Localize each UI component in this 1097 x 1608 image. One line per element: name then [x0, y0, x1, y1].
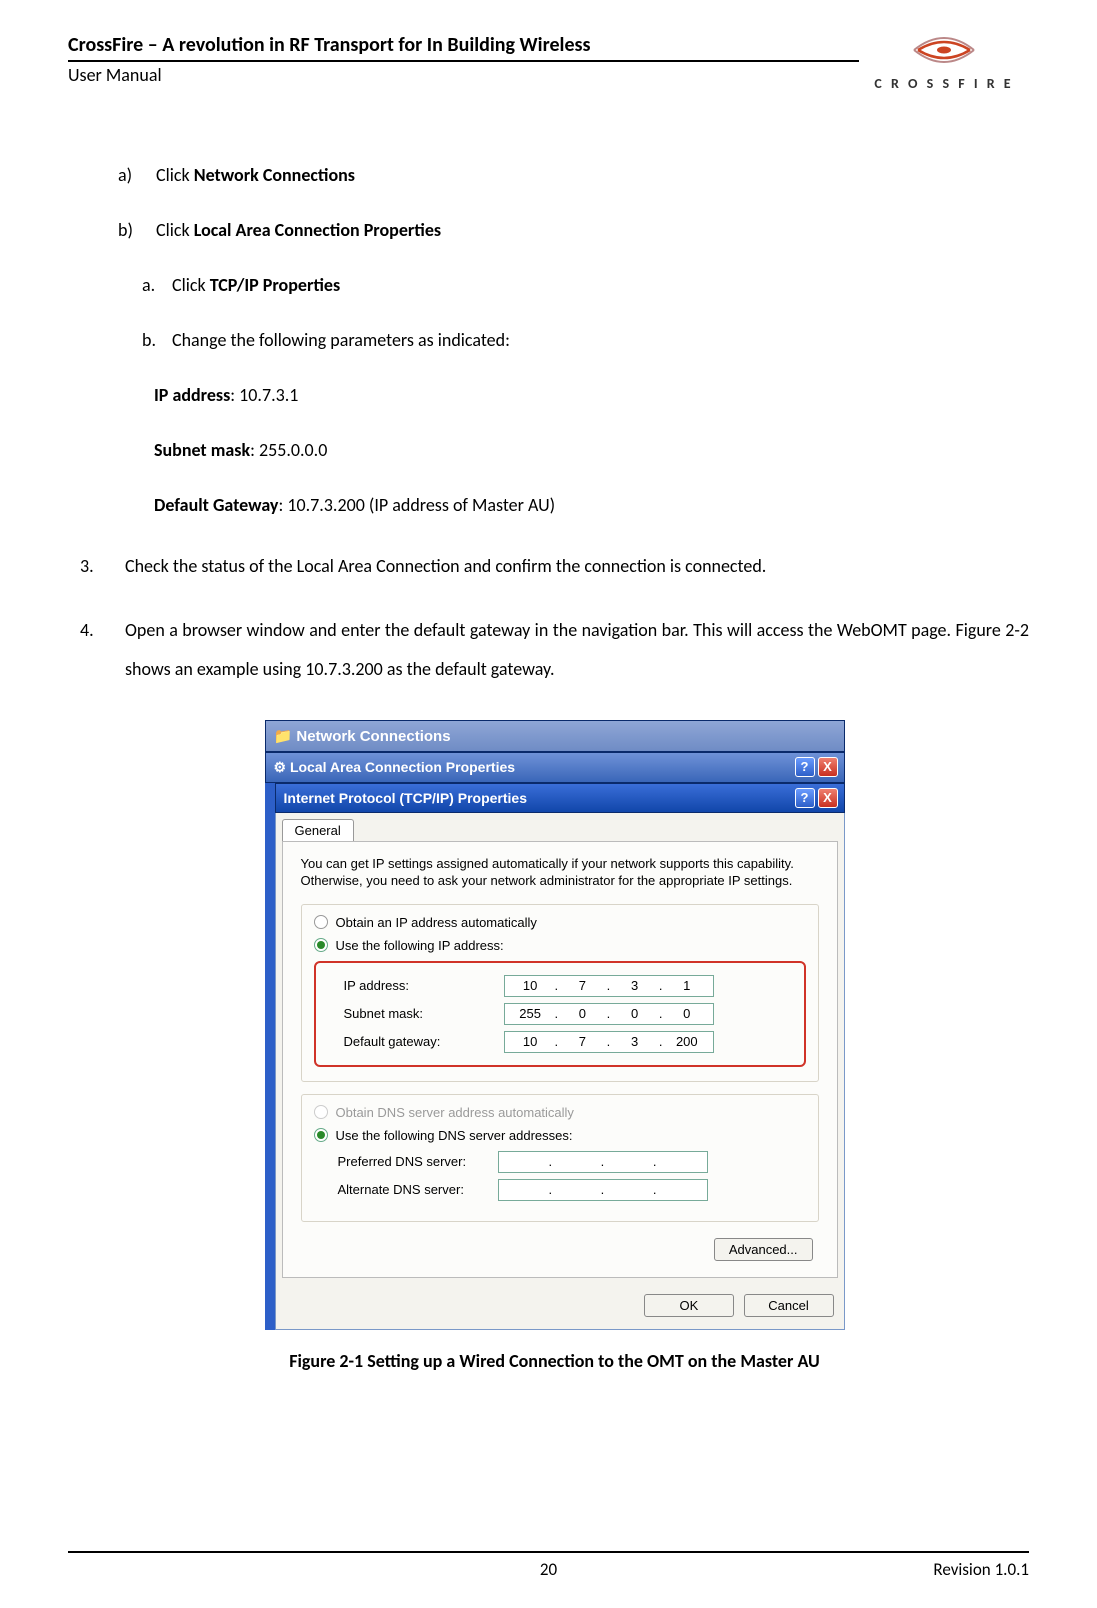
radio-icon	[314, 915, 328, 929]
marker-4: 4.	[80, 611, 125, 690]
row-ip-address: IP address: 10. 7. 3. 1	[344, 975, 800, 997]
marker-a: a)	[118, 162, 156, 189]
radio-use-following-ip[interactable]: Use the following IP address:	[314, 938, 806, 953]
step-bb-text: Change the following parameters as indic…	[172, 327, 510, 354]
folder-icon: 📁	[274, 728, 297, 745]
step-a: a) Click Network Connections	[118, 162, 1029, 189]
help-button[interactable]: ?	[795, 788, 815, 808]
param-gateway: Default Gateway: 10.7.3.200 (IP address …	[154, 492, 1029, 519]
advanced-button[interactable]: Advanced...	[714, 1238, 813, 1261]
dialog-footer-buttons: OK Cancel	[276, 1284, 844, 1329]
dns-group: Obtain DNS server address automatically …	[301, 1094, 819, 1222]
row-subnet-mask: Subnet mask: 255. 0. 0. 0	[344, 1003, 800, 1025]
titlebar-lan-properties: ⚙ Local Area Connection Properties ? X	[265, 752, 845, 783]
figure-caption: Figure 2-1 Setting up a Wired Connection…	[80, 1350, 1029, 1372]
radio-icon	[314, 938, 328, 952]
lan-icon: ⚙	[274, 759, 290, 775]
page-footer: 20 Revision 1.0.1	[68, 1551, 1029, 1580]
content-body: a) Click Network Connections b) Click Lo…	[68, 162, 1029, 1372]
row-preferred-dns: Preferred DNS server: . . .	[338, 1151, 806, 1173]
cancel-button[interactable]: Cancel	[744, 1294, 834, 1317]
radio-obtain-dns-auto: Obtain DNS server address automatically	[314, 1105, 806, 1120]
step-4: 4. Open a browser window and enter the d…	[80, 611, 1029, 690]
step-4-text: Open a browser window and enter the defa…	[125, 611, 1029, 690]
subnet-mask-input[interactable]: 255. 0. 0. 0	[504, 1003, 714, 1025]
close-button[interactable]: X	[818, 788, 838, 808]
radio-icon	[314, 1128, 328, 1142]
tab-panel-general: You can get IP settings assigned automat…	[282, 841, 838, 1278]
intro-text: You can get IP settings assigned automat…	[301, 856, 819, 890]
step-ba-text: Click TCP/IP Properties	[172, 272, 340, 299]
param-mask: Subnet mask: 255.0.0.0	[154, 437, 1029, 464]
close-button[interactable]: X	[818, 757, 838, 777]
figure-wrap: 📁 Network Connections ⚙ Local Area Conne…	[80, 720, 1029, 1372]
step-b-text: Click Local Area Connection Properties	[156, 217, 441, 244]
row-default-gateway: Default gateway: 10. 7. 3. 200	[344, 1031, 800, 1053]
default-gateway-input[interactable]: 10. 7. 3. 200	[504, 1031, 714, 1053]
revision-text: Revision 1.0.1	[933, 1559, 1029, 1580]
param-ip: IP address: 10.7.3.1	[154, 382, 1029, 409]
highlighted-ip-fields: IP address: 10. 7. 3. 1 Subnet	[314, 961, 806, 1067]
marker-b: b)	[118, 217, 156, 244]
step-3: 3. Check the status of the Local Area Co…	[80, 547, 1029, 587]
alternate-dns-input[interactable]: . . .	[498, 1179, 708, 1201]
marker-bb: b.	[142, 327, 172, 354]
page-header: CrossFire – A revolution in RF Transport…	[68, 32, 1029, 92]
step-b: b) Click Local Area Connection Propertie…	[118, 217, 1029, 244]
step-ba: a. Click TCP/IP Properties	[142, 272, 1029, 299]
radio-icon	[314, 1105, 328, 1119]
marker-ba: a.	[142, 272, 172, 299]
tab-strip: General	[276, 813, 844, 841]
titlebar-tcpip-properties: Internet Protocol (TCP/IP) Properties ? …	[275, 783, 845, 813]
ok-button[interactable]: OK	[644, 1294, 734, 1317]
dialog-body: General You can get IP settings assigned…	[275, 813, 845, 1330]
step-3-text: Check the status of the Local Area Conne…	[125, 547, 766, 587]
marker-3: 3.	[80, 547, 125, 587]
brand-logo: C R O S S F I R E	[859, 32, 1029, 92]
brand-name: C R O S S F I R E	[859, 75, 1029, 92]
step-bb: b. Change the following parameters as in…	[142, 327, 1029, 354]
preferred-dns-input[interactable]: . . .	[498, 1151, 708, 1173]
tab-general[interactable]: General	[282, 819, 354, 841]
help-button[interactable]: ?	[795, 757, 815, 777]
logo-swirl-icon	[908, 32, 980, 73]
row-alternate-dns: Alternate DNS server: . . .	[338, 1179, 806, 1201]
left-strip	[265, 783, 275, 1330]
advanced-row: Advanced...	[301, 1234, 819, 1263]
titlebar-network-connections: 📁 Network Connections	[265, 720, 845, 752]
radio-obtain-ip-auto[interactable]: Obtain an IP address automatically	[314, 915, 806, 930]
ip-group: Obtain an IP address automatically Use t…	[301, 904, 819, 1082]
xp-dialog-stack: 📁 Network Connections ⚙ Local Area Conne…	[265, 720, 845, 1330]
page-number: 20	[540, 1559, 557, 1580]
step-a-text: Click Network Connections	[156, 162, 355, 189]
doc-subtitle: User Manual	[68, 60, 859, 86]
header-left: CrossFire – A revolution in RF Transport…	[68, 32, 859, 86]
ip-address-input[interactable]: 10. 7. 3. 1	[504, 975, 714, 997]
doc-title: CrossFire – A revolution in RF Transport…	[68, 32, 859, 58]
radio-use-following-dns[interactable]: Use the following DNS server addresses:	[314, 1128, 806, 1143]
